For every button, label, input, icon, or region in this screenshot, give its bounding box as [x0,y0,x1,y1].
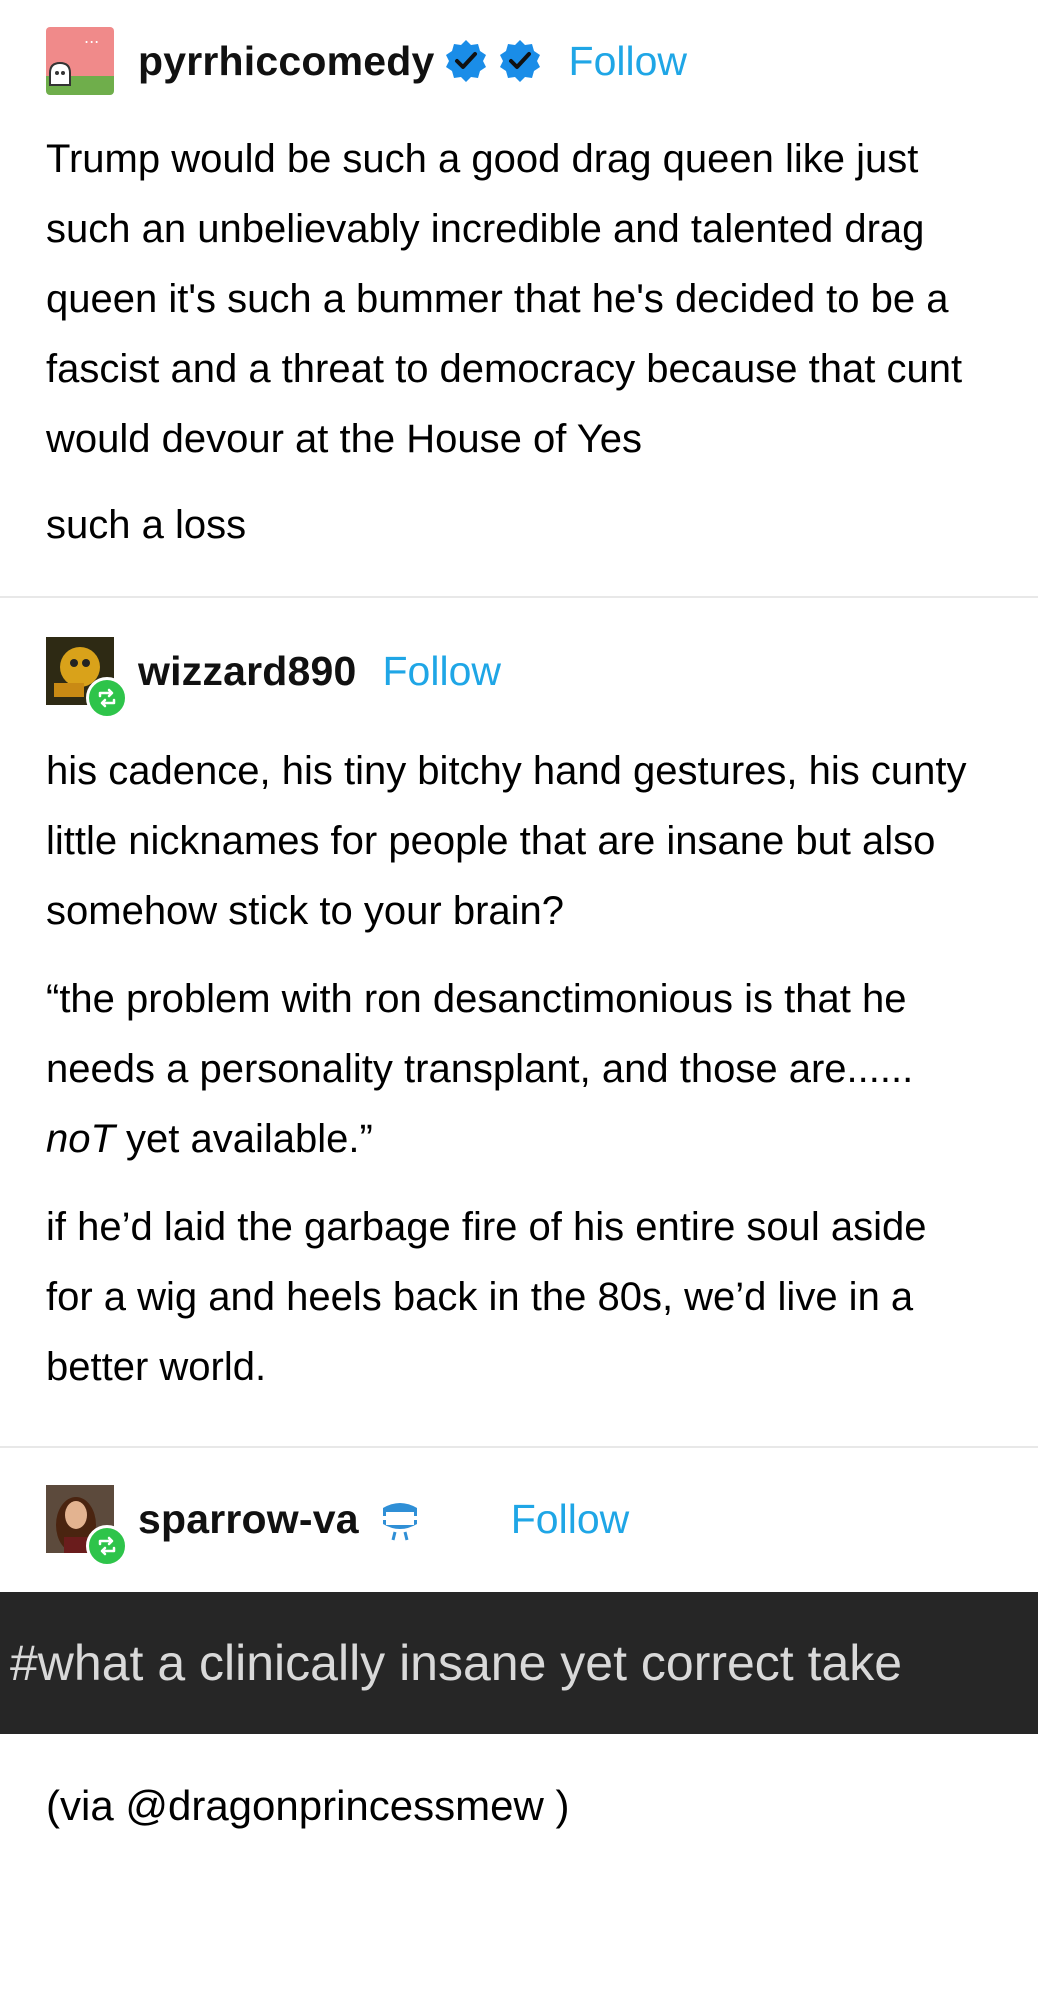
via-attribution[interactable]: (via @dragonprincessmew ) [0,1782,1038,1830]
follow-button[interactable]: Follow [569,38,687,85]
avatar[interactable] [46,637,128,719]
username[interactable]: sparrow-va [138,1496,359,1543]
post-paragraph: “the problem with ron desanctimonious is… [46,964,972,1174]
post-sparrow-va: sparrow-va Follow [0,1448,1038,1567]
follow-button[interactable]: Follow [383,648,501,695]
tag[interactable]: #what a clinically insane yet correct ta… [10,1634,902,1692]
post-paragraph: such a loss [46,503,247,547]
svg-text:...: ... [84,28,99,47]
follow-button[interactable]: Follow [511,1496,629,1543]
reblog-icon [98,1536,116,1556]
post-wizzard890: wizzard890 Follow his cadence, his tiny … [0,598,1038,1402]
quote-text: “the problem with ron desanctimonious is… [46,977,914,1091]
ghost-icon: ... [49,28,99,86]
post-header: wizzard890 Follow [46,636,992,719]
verified-badge-icon [499,40,540,82]
emphasis-text: noT [46,1117,115,1161]
chattering-teeth-icon [382,1503,417,1541]
post-paragraph: Trump would be such a good drag queen li… [46,137,963,461]
username[interactable]: wizzard890 [138,648,357,695]
avatar[interactable] [46,1485,128,1567]
post-body: Trump would be such a good drag queen li… [46,124,992,560]
verified-badge-icon [445,40,486,82]
reblog-icon [98,688,116,708]
post-header: sparrow-va Follow [46,1484,992,1567]
avatar[interactable]: ... [46,27,114,95]
post-paragraph: his cadence, his tiny bitchy hand gestur… [46,749,967,933]
reblog-badge [86,1525,128,1567]
post-body: his cadence, his tiny bitchy hand gestur… [46,736,992,1402]
reblog-badge [86,677,128,719]
post-header: ... pyrrhiccomedy Follow [46,26,992,96]
quote-text-end: yet available.” [114,1117,373,1161]
username[interactable]: pyrrhiccomedy [138,38,435,85]
tag-bar: #what a clinically insane yet correct ta… [0,1592,1038,1734]
post-pyrrhiccomedy: ... pyrrhiccomedy Follow Trump would be … [0,0,1038,560]
post-paragraph: if he’d laid the garbage fire of his ent… [46,1205,927,1389]
